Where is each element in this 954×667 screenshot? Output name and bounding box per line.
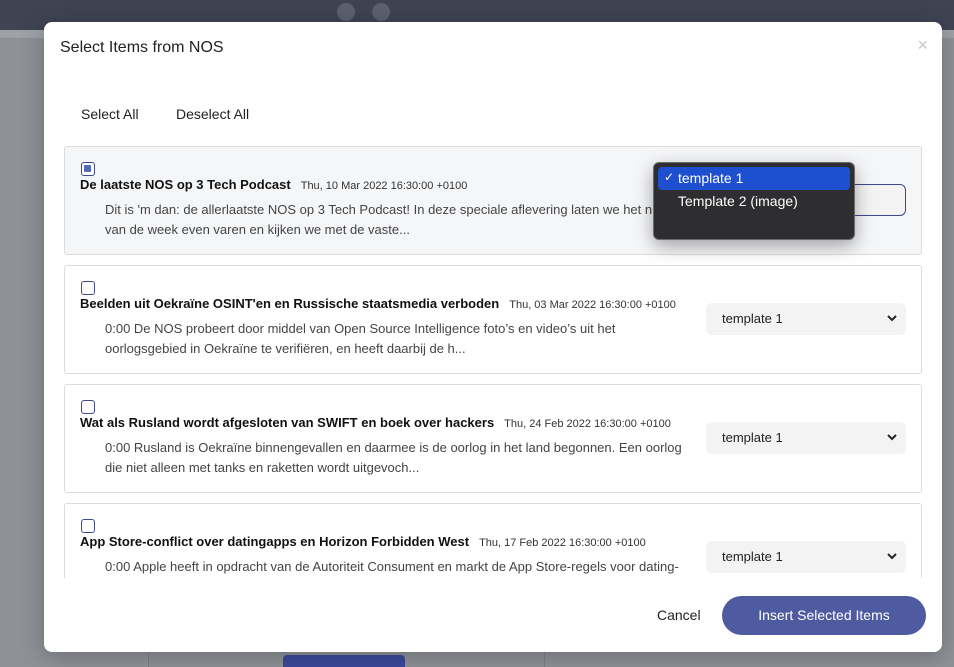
list-item: App Store-conflict over datingapps en Ho…: [64, 503, 922, 578]
template-select[interactable]: template 1: [706, 303, 906, 335]
item-title-text: Beelden uit Oekraïne OSINT'en en Russisc…: [80, 296, 500, 311]
template-select[interactable]: template 1: [706, 422, 906, 454]
item-date: Thu, 17 Feb 2022 16:30:00 +0100: [479, 537, 646, 549]
dropdown-option-template-1[interactable]: ✓ template 1: [658, 167, 850, 190]
select-items-modal: Select Items from NOS × Select All Desel…: [44, 22, 942, 652]
item-description: 0:00 Apple heeft in opdracht van de Auto…: [105, 559, 679, 574]
template-dropdown-menu: ✓ template 1 Template 2 (image): [653, 162, 855, 240]
item-date: Thu, 24 Feb 2022 16:30:00 +0100: [504, 418, 671, 430]
background-icon: [372, 3, 390, 21]
list-item: Wat als Rusland wordt afgesloten van SWI…: [64, 384, 922, 493]
deselect-all-button[interactable]: Deselect All: [176, 106, 249, 122]
template-select[interactable]: template 1: [706, 541, 906, 573]
item-description: 0:00 Rusland is Oekraïne binnengevallen …: [105, 440, 682, 475]
dropdown-option-label: Template 2 (image): [678, 193, 798, 209]
chevron-down-icon: [887, 553, 897, 560]
item-title: App Store-conflict over datingapps en Ho…: [80, 534, 646, 549]
item-title-text: De laatste NOS op 3 Tech Podcast: [80, 177, 291, 192]
item-date: Thu, 03 Mar 2022 16:30:00 +0100: [509, 299, 676, 311]
item-title-text: Wat als Rusland wordt afgesloten van SWI…: [80, 415, 495, 430]
item-checkbox[interactable]: [81, 519, 95, 533]
chevron-down-icon: [887, 434, 897, 441]
dropdown-option-template-2[interactable]: Template 2 (image): [658, 190, 850, 213]
close-button[interactable]: ×: [917, 36, 928, 54]
item-title: Beelden uit Oekraïne OSINT'en en Russisc…: [80, 296, 676, 311]
item-date: Thu, 10 Mar 2022 16:30:00 +0100: [300, 180, 468, 192]
template-select-value: template 1: [722, 549, 783, 564]
item-checkbox[interactable]: [81, 162, 95, 176]
background-button: [283, 655, 405, 667]
item-description: 0:00 De NOS probeert door middel van Ope…: [105, 321, 616, 356]
item-title-text: App Store-conflict over datingapps en Ho…: [80, 534, 470, 549]
template-select-value: template 1: [722, 311, 783, 326]
modal-title: Select Items from NOS: [60, 39, 224, 56]
chevron-down-icon: [887, 315, 897, 322]
checkmark-icon: ✓: [664, 170, 675, 184]
insert-selected-items-button[interactable]: Insert Selected Items: [722, 596, 926, 635]
item-description: Dit is 'm dan: de allerlaatste NOS op 3 …: [105, 202, 686, 237]
item-checkbox[interactable]: [81, 400, 95, 414]
item-title: Wat als Rusland wordt afgesloten van SWI…: [80, 415, 671, 430]
background-divider: [148, 652, 149, 667]
template-select-value: template 1: [722, 430, 783, 445]
cancel-button[interactable]: Cancel: [657, 607, 701, 623]
background-divider: [544, 652, 545, 667]
list-item: Beelden uit Oekraïne OSINT'en en Russisc…: [64, 265, 922, 374]
background-icon: [337, 3, 355, 21]
item-checkbox[interactable]: [81, 281, 95, 295]
select-all-button[interactable]: Select All: [81, 106, 139, 122]
item-title: De laatste NOS op 3 Tech Podcast Thu, 10 …: [80, 177, 467, 192]
dropdown-option-label: template 1: [678, 170, 744, 186]
